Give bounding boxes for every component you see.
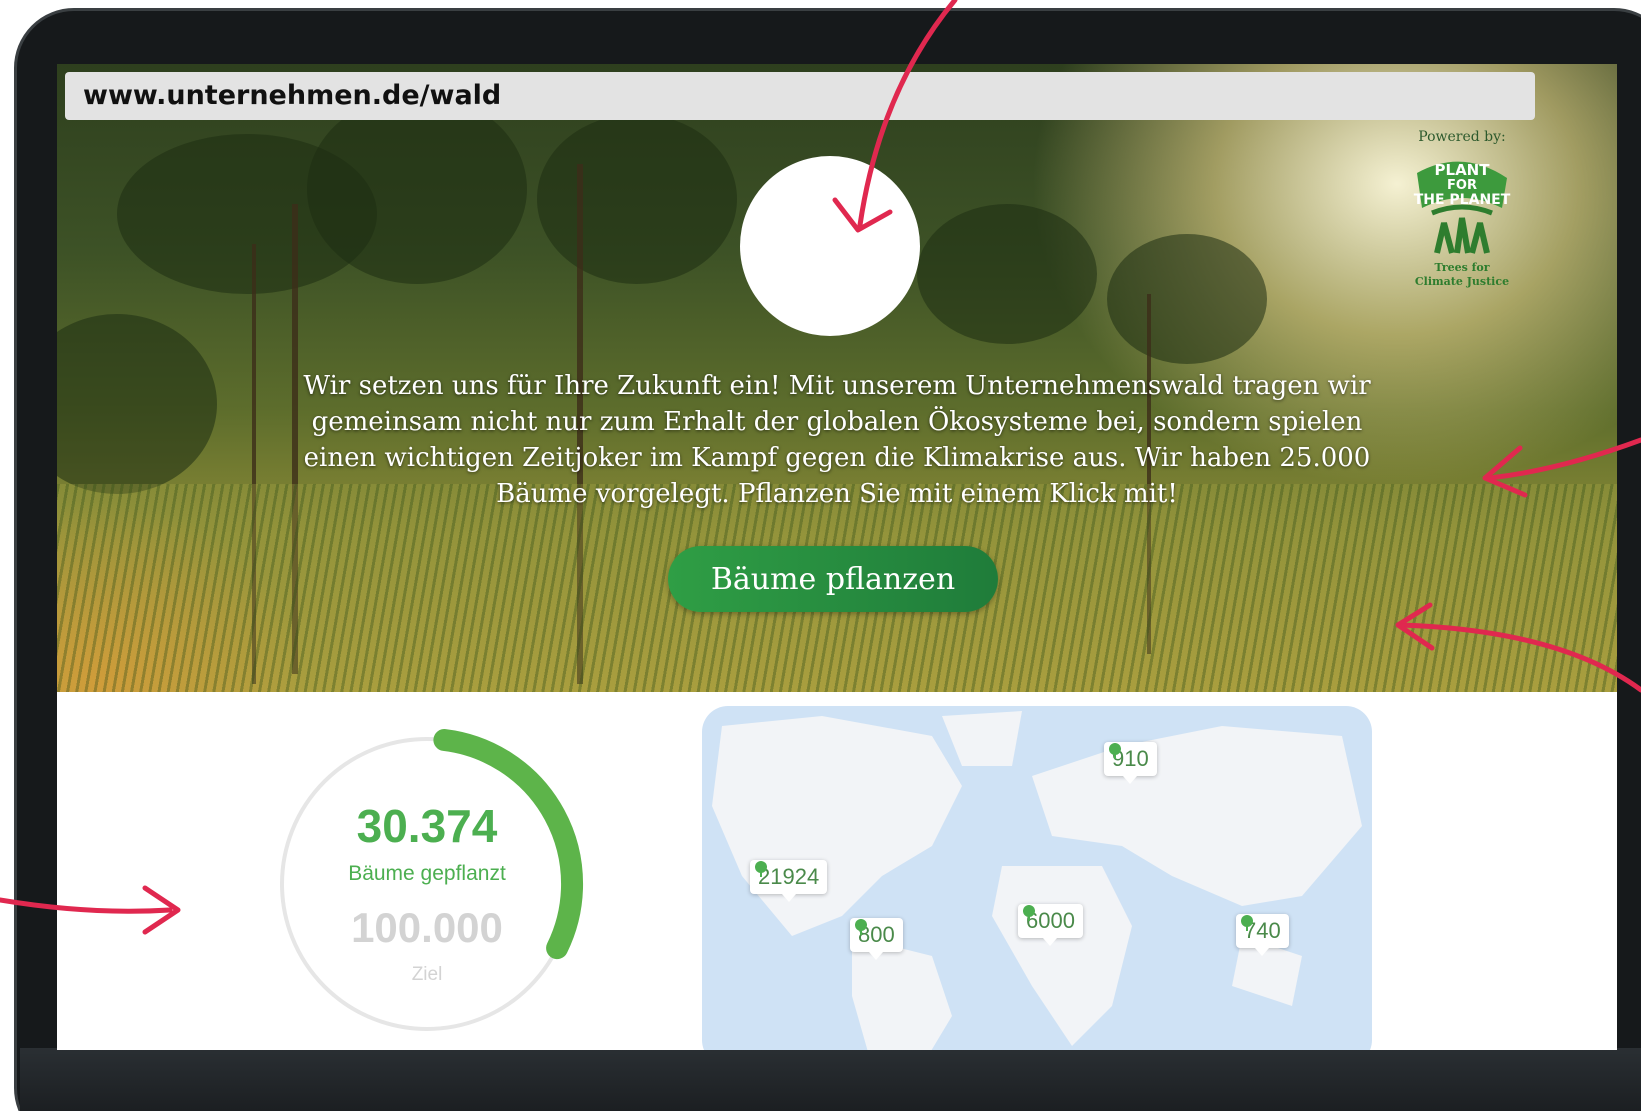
arrow-to-button-line xyxy=(1397,622,1641,693)
arrow-to-text-line xyxy=(1487,437,1641,481)
arrow-to-progress-line xyxy=(0,897,173,914)
arrow-to-logo-line xyxy=(857,0,958,228)
annotation-arrows xyxy=(0,0,1641,935)
